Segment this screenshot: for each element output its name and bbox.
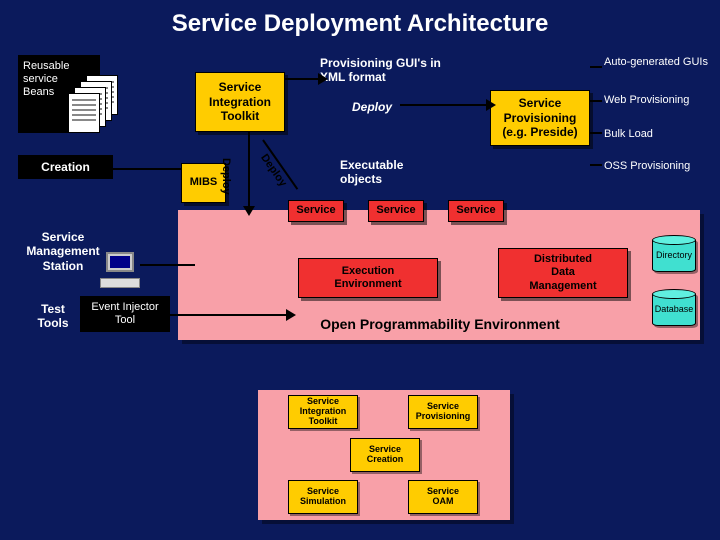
service-label-2: Service	[376, 204, 415, 217]
directory-cylinder: Directory	[652, 238, 696, 272]
exec-env-box: Execution Environment	[298, 258, 438, 298]
mini-prov-label: Service Provisioning	[416, 402, 471, 422]
event-injector-label: Event Injector Tool	[91, 301, 158, 327]
mini-simul-label: Service Simulation	[300, 487, 346, 507]
mini-creation-label: Service Creation	[367, 445, 404, 465]
ddm-label: Distributed Data Management	[529, 253, 596, 293]
sms-label: Service Management Station	[18, 230, 108, 273]
service-label-1: Service	[296, 204, 335, 217]
mibs-label: MIBS	[190, 176, 218, 189]
mini-oam-label: Service OAM	[427, 487, 459, 507]
mini-prov-box: Service Provisioning	[408, 395, 478, 429]
web-prov-label: Web Provisioning	[604, 94, 689, 106]
database-label: Database	[655, 304, 694, 314]
event-injector-box: Event Injector Tool	[80, 296, 170, 332]
test-tools-label: Test Tools	[28, 302, 78, 331]
reusable-beans-label: Reusable service Beans	[23, 60, 69, 100]
prov-gui-label: Provisioning GUI's in XML format	[320, 56, 460, 85]
docs-icon	[68, 75, 123, 130]
creation-box: Creation	[18, 155, 113, 179]
ope-title: Open Programmability Environment	[260, 316, 620, 332]
mini-oam-box: Service OAM	[408, 480, 478, 514]
exec-env-label: Execution Environment	[334, 265, 401, 291]
mini-simul-box: Service Simulation	[288, 480, 358, 514]
service-box-1: Service	[288, 200, 344, 222]
deploy-vertical-label: Deploy	[220, 158, 232, 195]
ddm-box: Distributed Data Management	[498, 248, 628, 298]
exec-obj-label: Executable objects	[340, 158, 430, 187]
computer-icon	[100, 252, 140, 288]
creation-label: Creation	[41, 160, 90, 174]
auto-gui-label: Auto-generated GUIs	[604, 56, 708, 68]
deploy-label: Deploy	[352, 100, 392, 114]
service-label-3: Service	[456, 204, 495, 217]
service-box-3: Service	[448, 200, 504, 222]
service-box-2: Service	[368, 200, 424, 222]
mini-sit-label: Service Integration Toolkit	[300, 397, 347, 427]
bulk-label: Bulk Load	[604, 128, 653, 140]
sit-label: Service Integration Toolkit	[209, 80, 271, 123]
sit-box: Service Integration Toolkit	[195, 72, 285, 132]
database-cylinder: Database	[652, 292, 696, 326]
mini-creation-box: Service Creation	[350, 438, 420, 472]
serv-prov-box: Service Provisioning (e.g. Preside)	[490, 90, 590, 146]
page-title: Service Deployment Architecture	[0, 0, 720, 44]
oss-prov-label: OSS Provisioning	[604, 160, 690, 172]
serv-prov-label: Service Provisioning (e.g. Preside)	[502, 96, 577, 139]
directory-label: Directory	[656, 250, 692, 260]
mini-sit-box: Service Integration Toolkit	[288, 395, 358, 429]
